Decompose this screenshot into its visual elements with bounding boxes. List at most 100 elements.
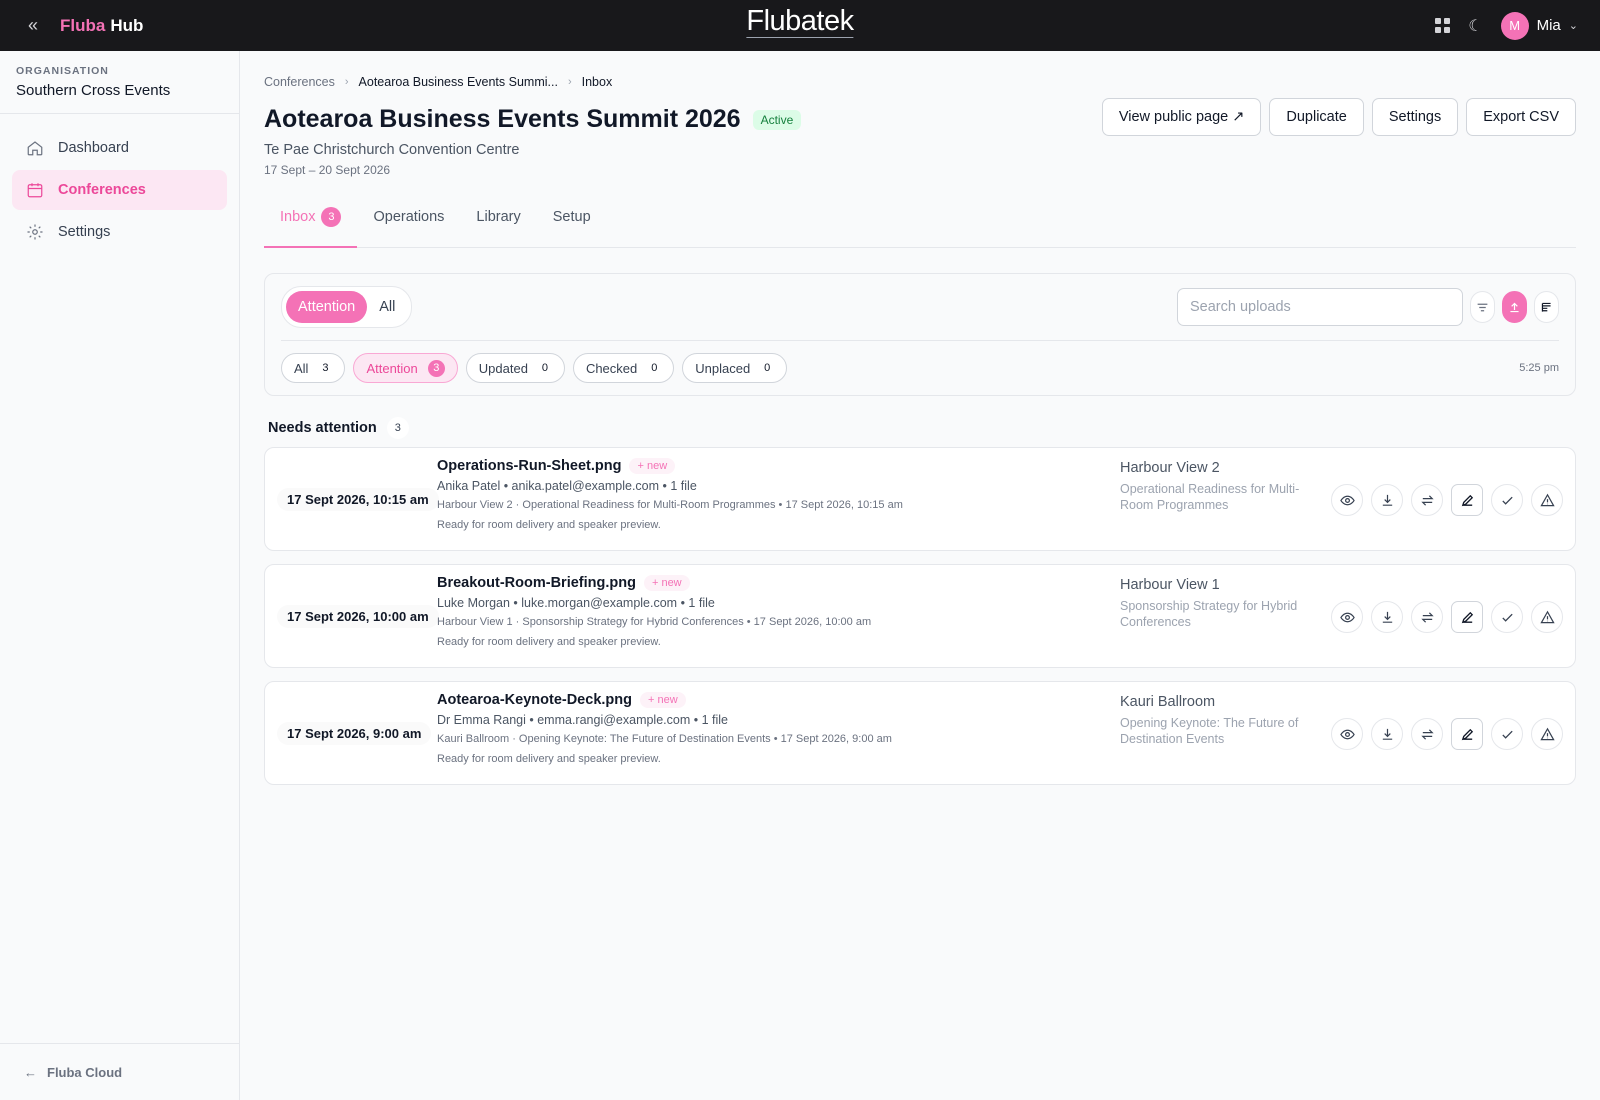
upload-context: Harbour View 2 · Operational Readiness f…	[437, 499, 903, 511]
download-icon[interactable]	[1371, 718, 1403, 750]
brand-logo[interactable]: Fluba Hub	[60, 16, 143, 36]
filter-panel: Attention All All 3 Attention 3 Updated 0 C…	[264, 273, 1576, 396]
swap-icon[interactable]	[1411, 718, 1443, 750]
download-icon[interactable]	[1371, 484, 1403, 516]
chip-label: Unplaced	[695, 360, 751, 376]
uploader-info: Anika Patel • anika.patel@example.com • …	[437, 479, 697, 493]
swap-icon[interactable]	[1411, 484, 1443, 516]
upload-time: 17 Sept 2026, 9:00 am	[277, 722, 432, 745]
chip-updated[interactable]: Updated 0	[465, 353, 565, 383]
download-icon[interactable]	[1371, 601, 1403, 633]
warning-icon[interactable]	[1531, 484, 1563, 516]
upload-card[interactable]: 17 Sept 2026, 10:15 am Operations-Run-Sh…	[264, 447, 1576, 551]
export-csv-button[interactable]: Export CSV	[1466, 98, 1576, 136]
chip-count: 0	[541, 362, 548, 374]
chevron-down-icon: ⌄	[1568, 20, 1578, 32]
venue: Te Pae Christchurch Convention Centre	[264, 142, 520, 158]
warning-icon[interactable]	[1531, 718, 1563, 750]
view-public-page-button[interactable]: View public page ↗	[1101, 98, 1262, 136]
main-content: Conferences › Aotearoa Business Events S…	[264, 51, 1576, 798]
sidebar-item-dashboard[interactable]: Dashboard	[12, 128, 227, 168]
check-icon[interactable]	[1491, 601, 1523, 633]
preview-eye-icon[interactable]	[1331, 601, 1363, 633]
avatar: M	[1500, 11, 1529, 40]
breadcrumb-conference[interactable]: Aotearoa Business Events Summi...	[359, 75, 558, 89]
search-input[interactable]	[1177, 288, 1463, 326]
dark-mode-moon-icon[interactable]: ☾	[1468, 16, 1482, 36]
breadcrumb-conferences[interactable]: Conferences	[264, 75, 335, 89]
row-actions	[1331, 601, 1563, 633]
chip-unplaced[interactable]: Unplaced 0	[682, 353, 788, 383]
chip-label: Updated	[478, 360, 528, 376]
upload-context: Kauri Ballroom · Opening Keynote: The Fu…	[437, 733, 892, 745]
user-menu[interactable]: M Mia ⌄	[1500, 11, 1578, 40]
sidebar: ORGANISATION Southern Cross Events Dashb…	[0, 51, 240, 1100]
tab-setup[interactable]: Setup	[537, 203, 607, 247]
fluba-cloud-link[interactable]: ← Fluba Cloud	[0, 1043, 239, 1100]
session-title: Sponsorship Strategy for Hybrid Conferen…	[1120, 599, 1298, 629]
conference-dates: 17 Sept – 20 Sept 2026	[264, 163, 391, 177]
gear-icon	[27, 224, 43, 240]
breadcrumb-current: Inbox	[581, 75, 613, 89]
segment-attention[interactable]: Attention	[286, 291, 368, 323]
page-title: Aotearoa Business Events Summit 2026	[264, 105, 741, 133]
settings-button[interactable]: Settings	[1371, 98, 1459, 136]
user-name: Mia	[1536, 17, 1561, 34]
file-name[interactable]: Operations-Run-Sheet.png	[437, 458, 621, 474]
tab-operations[interactable]: Operations	[357, 203, 460, 247]
upload-time: 17 Sept 2026, 10:00 am	[277, 605, 439, 628]
chip-attention[interactable]: Attention 3	[353, 353, 458, 383]
tab-library[interactable]: Library	[460, 203, 536, 247]
chip-count: 3	[427, 359, 445, 377]
upload-card[interactable]: 17 Sept 2026, 9:00 am Aotearoa-Keynote-D…	[264, 681, 1576, 785]
arrow-left-icon: ←	[24, 1064, 37, 1080]
file-name[interactable]: Aotearoa-Keynote-Deck.png	[437, 692, 632, 708]
last-refreshed-time: 5:25 pm	[1519, 362, 1559, 374]
file-name[interactable]: Breakout-Room-Briefing.png	[437, 575, 636, 591]
uploader-info: Dr Emma Rangi • emma.rangi@example.com •…	[437, 713, 728, 727]
breadcrumb: Conferences › Aotearoa Business Events S…	[264, 75, 1576, 89]
sidebar-item-settings[interactable]: Settings	[12, 212, 227, 252]
check-icon[interactable]	[1491, 718, 1523, 750]
chip-checked[interactable]: Checked 0	[572, 353, 675, 383]
preview-eye-icon[interactable]	[1331, 718, 1363, 750]
section-title: Needs attention	[268, 420, 377, 436]
swap-icon[interactable]	[1411, 601, 1443, 633]
upload-card[interactable]: 17 Sept 2026, 10:00 am Breakout-Room-Bri…	[264, 564, 1576, 668]
tabs: Inbox 3 Operations Library Setup	[264, 203, 1576, 248]
apps-grid-icon[interactable]	[1435, 18, 1451, 33]
edit-pencil-icon[interactable]	[1451, 484, 1483, 516]
edit-pencil-icon[interactable]	[1451, 601, 1483, 633]
warning-icon[interactable]	[1531, 601, 1563, 633]
new-badge: + new	[639, 692, 686, 708]
segment-all[interactable]: All	[367, 291, 407, 323]
brand-part1: Fluba	[60, 15, 106, 35]
fluba-cloud-label: Fluba Cloud	[47, 1064, 123, 1080]
new-badge: + new	[643, 575, 690, 591]
tab-label: Library	[476, 209, 521, 225]
chip-all[interactable]: All 3	[281, 353, 346, 383]
chip-count: 0	[764, 362, 771, 374]
chip-label: Checked	[585, 360, 638, 376]
organisation-name[interactable]: Southern Cross Events	[16, 82, 223, 99]
sidebar-item-conferences[interactable]: Conferences	[12, 170, 227, 210]
chip-label: All	[294, 360, 309, 376]
row-actions	[1331, 718, 1563, 750]
header-actions: View public page ↗ Duplicate Settings Ex…	[1101, 98, 1576, 177]
top-bar: « Fluba Hub Flubatek ☾ M Mia ⌄	[0, 0, 1600, 51]
list-view-icon[interactable]	[1534, 291, 1559, 323]
tab-label: Setup	[552, 209, 591, 225]
upload-icon[interactable]	[1502, 291, 1527, 323]
filter-icon[interactable]	[1470, 291, 1495, 323]
collapse-sidebar-icon[interactable]: «	[22, 15, 44, 36]
check-icon[interactable]	[1491, 484, 1523, 516]
upload-note: Ready for room delivery and speaker prev…	[437, 636, 661, 648]
tab-inbox[interactable]: Inbox 3	[264, 203, 358, 248]
organisation-block: ORGANISATION Southern Cross Events	[0, 51, 239, 114]
preview-eye-icon[interactable]	[1331, 484, 1363, 516]
chevron-right-icon: ›	[344, 76, 349, 88]
duplicate-button[interactable]: Duplicate	[1269, 98, 1364, 136]
edit-pencil-icon[interactable]	[1451, 718, 1483, 750]
status-badge: Active	[752, 109, 802, 130]
chip-count: 0	[651, 362, 658, 374]
